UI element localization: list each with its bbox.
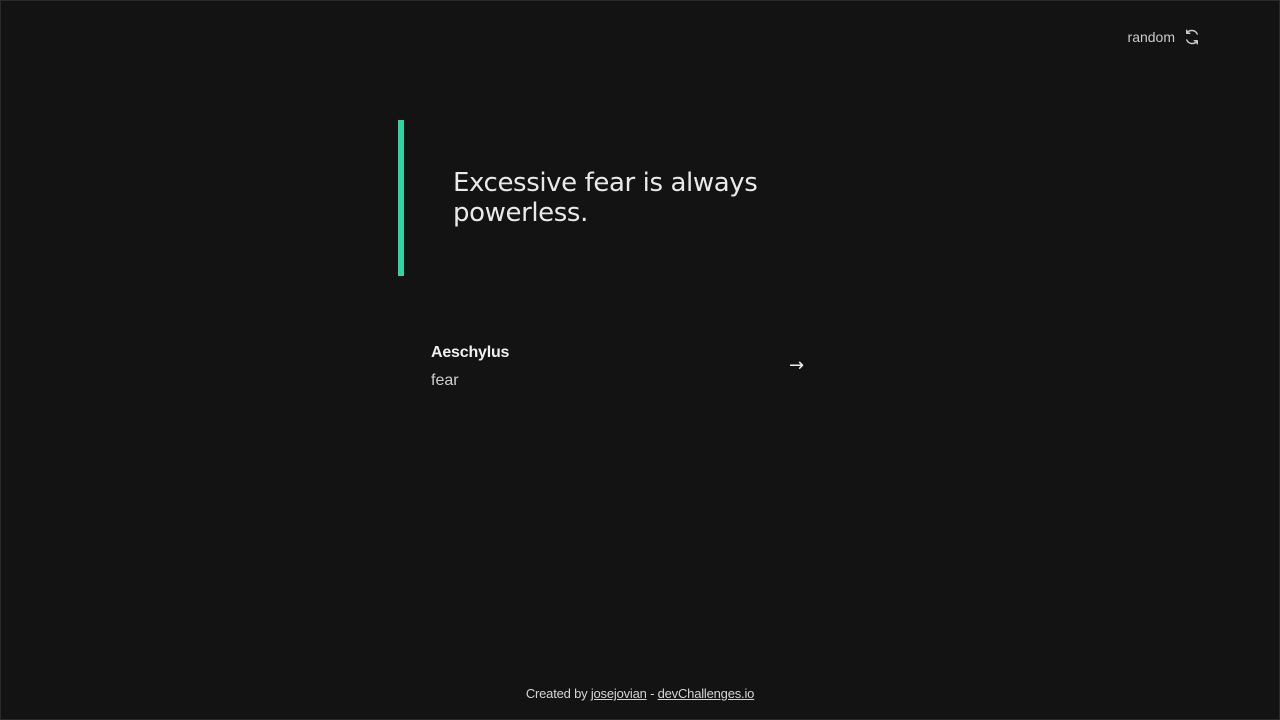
footer-prefix: Created by	[525, 686, 591, 701]
quote-block: Excessive fear is always powerless.	[398, 120, 818, 276]
author-card[interactable]: Aeschylus fear →	[431, 341, 811, 397]
arrow-right-icon: →	[789, 355, 805, 376]
random-label: random	[1127, 29, 1175, 45]
footer-separator: -	[646, 686, 658, 701]
footer: Created by josejovian - devChallenges.io	[1, 686, 1279, 701]
author-link[interactable]: josejovian	[591, 686, 647, 701]
author-name: Aeschylus	[431, 344, 510, 361]
refresh-icon	[1183, 28, 1201, 46]
quote-text: Excessive fear is always powerless.	[453, 168, 758, 228]
devchallenges-link[interactable]: devChallenges.io	[658, 686, 755, 701]
quote-genre: fear	[431, 372, 459, 389]
random-button[interactable]: random	[1128, 27, 1201, 47]
